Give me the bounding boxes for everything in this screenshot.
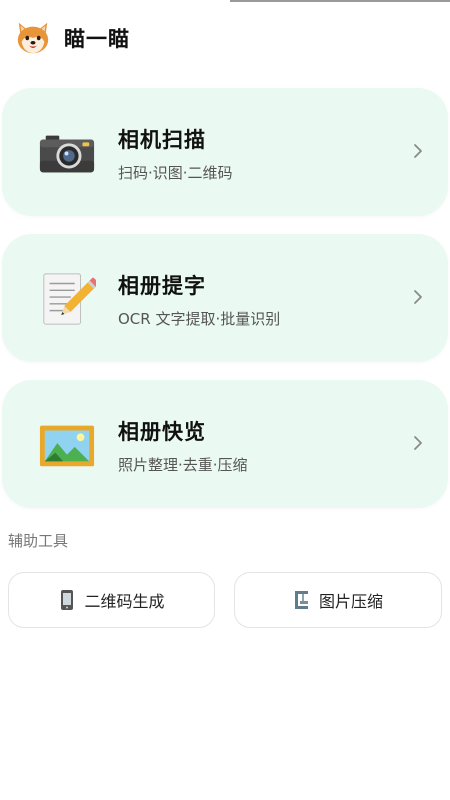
top-divider: [230, 0, 450, 2]
album-quickview-card[interactable]: 相册快览 照片整理·去重·压缩: [2, 380, 448, 508]
camera-icon: [39, 135, 95, 173]
qr-generate-button[interactable]: 二维码生成: [8, 572, 215, 628]
pencil-memo-icon: [43, 273, 96, 325]
card-subtitle: 照片整理·去重·压缩: [118, 456, 248, 474]
qr-generate-label: 二维码生成: [84, 592, 165, 611]
chevron-right-icon: [414, 290, 422, 304]
card-title: 相册快览: [118, 420, 206, 444]
image-compress-button[interactable]: 图片压缩: [234, 572, 442, 628]
image-compress-label: 图片压缩: [318, 592, 383, 611]
tools-section-label: 辅助工具: [8, 532, 69, 550]
mobile-phone-icon: [61, 590, 74, 610]
card-title: 相册提字: [118, 274, 206, 298]
camera-scan-card[interactable]: 相机扫描 扫码·识图·二维码: [2, 88, 448, 216]
framed-picture-icon: [39, 425, 95, 467]
chevron-right-icon: [414, 436, 422, 450]
chevron-right-icon: [414, 144, 422, 158]
album-ocr-card[interactable]: 相册提字 OCR 文字提取·批量识别: [2, 234, 448, 362]
clamp-icon: [294, 591, 308, 609]
card-subtitle: 扫码·识图·二维码: [118, 164, 233, 182]
shiba-dog-icon: [17, 22, 49, 54]
card-subtitle: OCR 文字提取·批量识别: [118, 310, 281, 328]
card-title: 相机扫描: [118, 128, 206, 152]
app-header: 瞄一瞄: [14, 18, 130, 58]
app-title: 瞄一瞄: [64, 27, 130, 51]
